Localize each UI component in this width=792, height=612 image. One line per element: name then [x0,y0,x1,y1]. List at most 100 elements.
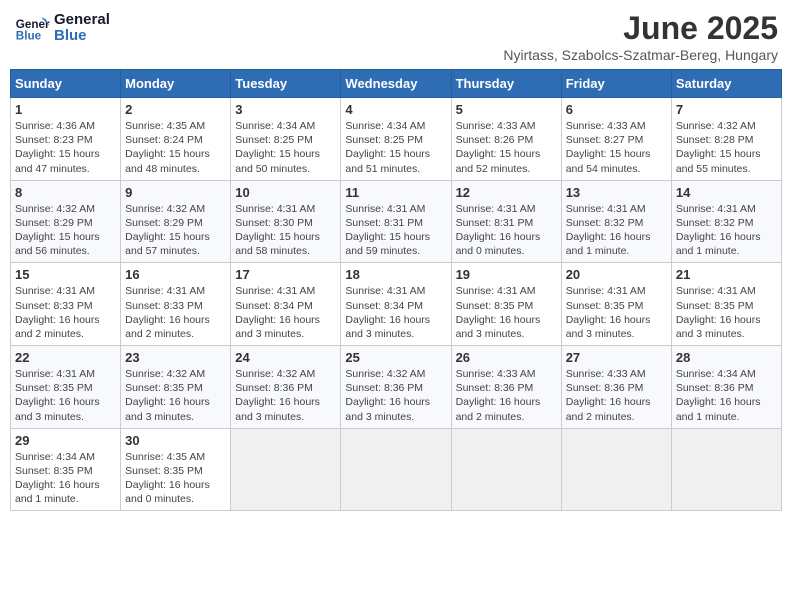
empty-cell [231,428,341,511]
day-number: 9 [125,185,226,200]
day-cell-23: 23 Sunrise: 4:32 AMSunset: 8:35 PMDayligh… [121,346,231,429]
day-info: Sunrise: 4:33 AMSunset: 8:36 PMDaylight:… [566,367,667,424]
day-info: Sunrise: 4:34 AMSunset: 8:35 PMDaylight:… [15,450,116,507]
calendar-table: SundayMondayTuesdayWednesdayThursdayFrid… [10,69,782,511]
day-cell-25: 25Sunrise: 4:32 AMSunset: 8:36 PMDayligh… [341,346,451,429]
logo-icon: General Blue [14,10,50,46]
day-number: 26 [456,350,557,365]
day-info: Sunrise: 4:33 AMSunset: 8:27 PMDaylight:… [566,119,667,176]
day-info: Sunrise: 4:32 AMSunset: 8:29 PMDaylight:… [15,202,116,259]
day-number: 30 [125,433,226,448]
location: Nyirtass, Szabolcs-Szatmar-Bereg, Hungar… [503,47,778,63]
calendar-week-4: 22Sunrise: 4:31 AMSunset: 8:35 PMDayligh… [11,346,782,429]
day-number: 29 [15,433,116,448]
day-info: Sunrise: 4:31 AMSunset: 8:33 PMDaylight:… [125,284,226,341]
day-cell-11: 11Sunrise: 4:31 AMSunset: 8:31 PMDayligh… [341,180,451,263]
day-number: 7 [676,102,777,117]
day-info: Sunrise: 4:31 AMSunset: 8:35 PMDaylight:… [676,284,777,341]
day-info: Sunrise: 4:36 AMSunset: 8:23 PMDaylight:… [15,119,116,176]
day-number: 17 [235,267,336,282]
day-info: Sunrise: 4:31 AMSunset: 8:32 PMDaylight:… [676,202,777,259]
day-number: 10 [235,185,336,200]
day-cell-14: 14 Sunrise: 4:31 AMSunset: 8:32 PMDayligh… [671,180,781,263]
day-header-wednesday: Wednesday [341,70,451,98]
day-info: Sunrise: 4:35 AMSunset: 8:35 PMDaylight:… [125,450,226,507]
calendar-header-row: SundayMondayTuesdayWednesdayThursdayFrid… [11,70,782,98]
day-info: Sunrise: 4:31 AMSunset: 8:34 PMDaylight:… [235,284,336,341]
day-header-monday: Monday [121,70,231,98]
day-number: 27 [566,350,667,365]
day-info: Sunrise: 4:34 AMSunset: 8:36 PMDaylight:… [676,367,777,424]
month-title: June 2025 [503,10,778,47]
day-cell-15: 15 Sunrise: 4:31 AMSunset: 8:33 PMDayligh… [11,263,121,346]
calendar-week-1: 1 Sunrise: 4:36 AMSunset: 8:23 PMDaylight… [11,98,782,181]
day-cell-24: 24 Sunrise: 4:32 AMSunset: 8:36 PMDayligh… [231,346,341,429]
day-number: 6 [566,102,667,117]
day-number: 16 [125,267,226,282]
day-number: 13 [566,185,667,200]
day-cell-3: 3 Sunrise: 4:34 AMSunset: 8:25 PMDaylight… [231,98,341,181]
day-number: 24 [235,350,336,365]
day-info: Sunrise: 4:31 AMSunset: 8:34 PMDaylight:… [345,284,446,341]
day-header-thursday: Thursday [451,70,561,98]
day-cell-19: 19 Sunrise: 4:31 AMSunset: 8:35 PMDayligh… [451,263,561,346]
logo-line2: Blue [54,28,110,45]
day-info: Sunrise: 4:32 AMSunset: 8:29 PMDaylight:… [125,202,226,259]
day-info: Sunrise: 4:31 AMSunset: 8:31 PMDaylight:… [456,202,557,259]
day-cell-12: 12 Sunrise: 4:31 AMSunset: 8:31 PMDayligh… [451,180,561,263]
day-cell-10: 10 Sunrise: 4:31 AMSunset: 8:30 PMDayligh… [231,180,341,263]
day-number: 4 [345,102,446,117]
day-info: Sunrise: 4:34 AMSunset: 8:25 PMDaylight:… [235,119,336,176]
day-number: 23 [125,350,226,365]
page-header: General Blue General Blue June 2025 Nyir… [10,10,782,63]
day-info: Sunrise: 4:31 AMSunset: 8:35 PMDaylight:… [566,284,667,341]
day-info: Sunrise: 4:31 AMSunset: 8:32 PMDaylight:… [566,202,667,259]
day-cell-5: 5 Sunrise: 4:33 AMSunset: 8:26 PMDaylight… [451,98,561,181]
day-cell-27: 27 Sunrise: 4:33 AMSunset: 8:36 PMDayligh… [561,346,671,429]
day-number: 22 [15,350,116,365]
day-number: 12 [456,185,557,200]
day-cell-26: 26 Sunrise: 4:33 AMSunset: 8:36 PMDayligh… [451,346,561,429]
empty-cell [671,428,781,511]
day-info: Sunrise: 4:32 AMSunset: 8:36 PMDaylight:… [235,367,336,424]
day-cell-28: 28Sunrise: 4:34 AMSunset: 8:36 PMDayligh… [671,346,781,429]
empty-cell [341,428,451,511]
day-number: 14 [676,185,777,200]
day-info: Sunrise: 4:31 AMSunset: 8:33 PMDaylight:… [15,284,116,341]
day-number: 3 [235,102,336,117]
day-number: 18 [345,267,446,282]
day-number: 2 [125,102,226,117]
day-number: 19 [456,267,557,282]
logo-line1: General [54,12,110,29]
day-cell-16: 16 Sunrise: 4:31 AMSunset: 8:33 PMDayligh… [121,263,231,346]
day-cell-8: 8 Sunrise: 4:32 AMSunset: 8:29 PMDaylight… [11,180,121,263]
day-info: Sunrise: 4:32 AMSunset: 8:36 PMDaylight:… [345,367,446,424]
day-number: 1 [15,102,116,117]
empty-cell [561,428,671,511]
day-number: 15 [15,267,116,282]
day-header-saturday: Saturday [671,70,781,98]
day-info: Sunrise: 4:33 AMSunset: 8:36 PMDaylight:… [456,367,557,424]
day-info: Sunrise: 4:31 AMSunset: 8:35 PMDaylight:… [456,284,557,341]
day-cell-9: 9 Sunrise: 4:32 AMSunset: 8:29 PMDaylight… [121,180,231,263]
day-cell-1: 1 Sunrise: 4:36 AMSunset: 8:23 PMDaylight… [11,98,121,181]
day-number: 5 [456,102,557,117]
day-header-tuesday: Tuesday [231,70,341,98]
day-number: 20 [566,267,667,282]
day-cell-6: 6 Sunrise: 4:33 AMSunset: 8:27 PMDaylight… [561,98,671,181]
empty-cell [451,428,561,511]
day-info: Sunrise: 4:31 AMSunset: 8:31 PMDaylight:… [345,202,446,259]
day-cell-30: 30 Sunrise: 4:35 AMSunset: 8:35 PMDayligh… [121,428,231,511]
day-cell-20: 20 Sunrise: 4:31 AMSunset: 8:35 PMDayligh… [561,263,671,346]
day-number: 8 [15,185,116,200]
day-info: Sunrise: 4:31 AMSunset: 8:30 PMDaylight:… [235,202,336,259]
day-cell-17: 17 Sunrise: 4:31 AMSunset: 8:34 PMDayligh… [231,263,341,346]
day-cell-13: 13 Sunrise: 4:31 AMSunset: 8:32 PMDayligh… [561,180,671,263]
day-info: Sunrise: 4:33 AMSunset: 8:26 PMDaylight:… [456,119,557,176]
day-cell-4: 4Sunrise: 4:34 AMSunset: 8:25 PMDaylight… [341,98,451,181]
day-header-friday: Friday [561,70,671,98]
day-cell-7: 7Sunrise: 4:32 AMSunset: 8:28 PMDaylight… [671,98,781,181]
calendar-week-5: 29 Sunrise: 4:34 AMSunset: 8:35 PMDayligh… [11,428,782,511]
calendar-week-2: 8 Sunrise: 4:32 AMSunset: 8:29 PMDaylight… [11,180,782,263]
day-info: Sunrise: 4:32 AMSunset: 8:35 PMDaylight:… [125,367,226,424]
